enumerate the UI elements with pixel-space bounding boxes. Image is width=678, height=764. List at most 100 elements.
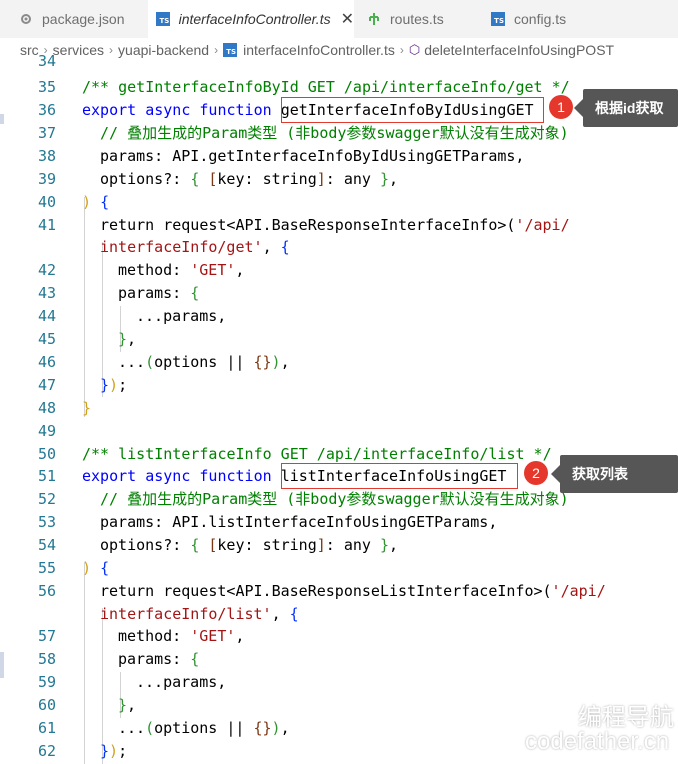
code-comment: // 叠加生成的Param类型 (非body参数swagger默认没有生成对象)	[100, 490, 569, 508]
line-number: 51	[37, 467, 56, 485]
line-number: 41	[37, 216, 56, 234]
code-string: interfaceInfo/list'	[100, 605, 272, 623]
code-text: key	[217, 536, 245, 554]
line-number: 37	[37, 124, 56, 142]
line-number: 56	[37, 582, 56, 600]
code-text: method:	[118, 627, 191, 645]
breadcrumb-services[interactable]: services	[53, 42, 104, 58]
keyword: function	[199, 101, 272, 119]
line-number: 55	[37, 559, 56, 577]
line-number: 57	[37, 627, 56, 645]
code-text: ...	[118, 353, 146, 371]
line-number: 42	[37, 261, 56, 279]
keyword: async	[145, 467, 191, 485]
line-number: 62	[37, 742, 56, 760]
keyword: function	[199, 467, 272, 485]
tab-label: config.ts	[514, 11, 567, 27]
line-number: 38	[37, 147, 56, 165]
code-text: ||	[217, 353, 254, 371]
code-text: options?:	[100, 170, 191, 188]
code-text: options	[154, 719, 218, 737]
code-text: string	[262, 536, 317, 554]
method-cube-icon: ⬡	[408, 42, 421, 57]
code-comment: /** getInterfaceInfoById GET /api/interf…	[82, 78, 570, 96]
tab-label: routes.ts	[390, 11, 444, 27]
code-text: options	[154, 353, 218, 371]
line-number: 39	[37, 170, 56, 188]
typescript-icon: TS	[223, 43, 238, 57]
line-number: 48	[37, 399, 56, 417]
code-text: params:	[118, 284, 191, 302]
code-text: params: API.getInterfaceInfoByIdUsingGET…	[100, 147, 525, 165]
keyword: async	[145, 101, 191, 119]
line-number: 52	[37, 490, 56, 508]
line-number: 44	[37, 307, 56, 325]
code-string: 'GET'	[190, 627, 236, 645]
line-number: 34	[37, 52, 56, 70]
typescript-icon: TS	[490, 11, 506, 27]
breadcrumb: src › services › yuapi-backend › TS inte…	[0, 38, 678, 62]
indent-guide	[84, 197, 85, 417]
line-number: 53	[37, 513, 56, 531]
code-text: any	[343, 170, 371, 188]
tab-label: interfaceInfoController.ts	[178, 11, 331, 27]
line-number: 46	[37, 353, 56, 371]
line-number: 54	[37, 536, 56, 554]
tab-label: package.json	[42, 11, 125, 27]
line-number: 40	[37, 193, 56, 211]
code-string: interfaceInfo/get'	[100, 238, 263, 256]
breadcrumb-symbol[interactable]: deleteInterfaceInfoUsingPOST	[424, 42, 614, 58]
code-comment: /** listInterfaceInfo GET /api/interface…	[82, 445, 552, 463]
tab-config[interactable]: TS config.ts	[478, 0, 678, 38]
highlight-box-1	[281, 97, 544, 123]
indent-guide	[84, 562, 85, 764]
keyword: export	[82, 101, 137, 119]
chevron-right-icon: ›	[214, 43, 219, 57]
keyword: export	[82, 467, 137, 485]
watermark-domain: codefather.cn	[525, 728, 670, 755]
code-string: '/api/	[515, 216, 570, 234]
line-number: 50	[37, 445, 56, 463]
tab-package-json[interactable]: package.json	[0, 0, 148, 38]
code-text: string	[262, 170, 317, 188]
breadcrumb-file[interactable]: interfaceInfoController.ts	[243, 42, 395, 58]
code-text: any	[343, 536, 371, 554]
code-text: params:	[118, 650, 191, 668]
code-editor[interactable]: 34 35 /** getInterfaceInfoById GET /api/i…	[0, 52, 678, 764]
code-comment: // 叠加生成的Param类型 (非body参数swagger默认没有生成对象)	[100, 124, 569, 142]
code-text: method:	[118, 261, 191, 279]
code-text: ||	[217, 719, 254, 737]
line-number: 35	[37, 78, 56, 96]
breadcrumb-yuapi-backend[interactable]: yuapi-backend	[118, 42, 209, 58]
code-text: return request<API.BaseResponseListInter…	[100, 582, 552, 600]
tab-routes[interactable]: routes.ts	[354, 0, 478, 38]
line-number: 61	[37, 719, 56, 737]
editor-tab-bar: package.json TS interfaceInfoController.…	[0, 0, 678, 38]
annotation-label-1: 根据id获取	[574, 89, 678, 127]
json-gear-icon	[18, 11, 34, 27]
code-text: key	[217, 170, 245, 188]
line-number: 45	[37, 330, 56, 348]
watermark-title: 编程导航	[578, 704, 674, 731]
code-string: '/api/	[551, 582, 606, 600]
line-number: 47	[37, 376, 56, 394]
line-number: 43	[37, 284, 56, 302]
annotation-label-2: 获取列表	[551, 455, 678, 493]
tab-interfaceinfocontroller[interactable]: TS interfaceInfoController.ts ✕	[148, 0, 354, 38]
close-icon[interactable]: ✕	[341, 9, 354, 29]
line-number: 58	[37, 650, 56, 668]
code-string: 'GET'	[190, 261, 236, 279]
chevron-right-icon: ›	[109, 43, 114, 57]
code-text: ...	[118, 719, 146, 737]
annotation-badge-2: 2	[524, 461, 548, 485]
typescript-icon: TS	[156, 11, 171, 27]
code-text: options?:	[100, 536, 191, 554]
line-number: 36	[37, 101, 56, 119]
line-number: 49	[37, 422, 56, 440]
line-number: 59	[37, 673, 56, 691]
line-number: 60	[37, 696, 56, 714]
chevron-right-icon: ›	[399, 43, 404, 57]
code-text: ...params,	[136, 673, 227, 691]
code-text: params: API.listInterfaceInfoUsingGETPar…	[100, 513, 498, 531]
tree-icon	[366, 11, 382, 27]
